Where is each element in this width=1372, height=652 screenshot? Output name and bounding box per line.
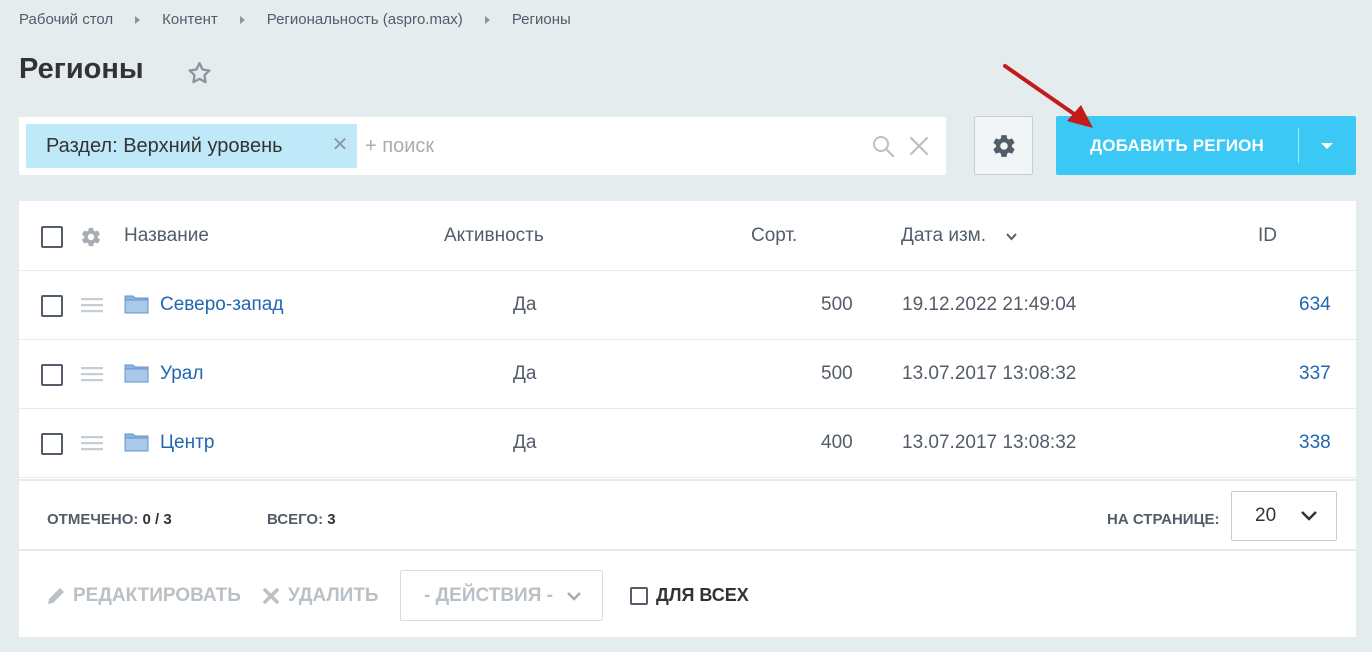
row-checkbox[interactable] [41,433,63,455]
total-count: ВСЕГО: 3 [267,511,336,528]
pencil-icon [48,588,64,604]
breadcrumb-separator-icon [239,15,245,24]
select-all-checkbox[interactable] [41,226,63,248]
filter-tag-close-icon[interactable]: ✕ [329,134,351,156]
total-label: ВСЕГО: [267,511,324,528]
breadcrumb-item-regions[interactable]: Регионы [512,11,571,28]
add-region-button-label: ДОБАВИТЬ РЕГИОН [1089,135,1265,155]
annotation-arrow-icon [1003,64,1093,128]
row-active: Да [513,294,537,315]
edit-button-label: РЕДАКТИРОВАТЬ [73,585,241,606]
column-header-name[interactable]: Название [124,225,209,247]
perpage-label: НА СТРАНИЦЕ: [1107,511,1220,528]
row-active: Да [513,432,537,453]
filter-tag-label: Раздел: Верхний уровень [46,134,283,157]
row-date: 19.12.2022 21:49:04 [902,294,1077,315]
search-input[interactable] [365,131,845,161]
breadcrumb-separator-icon [135,15,141,24]
table-row[interactable]: Урал Да 500 13.07.2017 13:08:32 337 [19,340,1356,409]
row-name-link[interactable]: Северо-запад [160,294,283,316]
selected-label: ОТМЕЧЕНО: [47,511,139,528]
star-icon[interactable] [186,60,213,87]
row-checkbox[interactable] [41,295,63,317]
row-id-link[interactable]: 337 [1299,363,1331,385]
selected-value: 0 / 3 [142,511,172,528]
folder-icon [124,364,149,383]
edit-button[interactable]: РЕДАКТИРОВАТЬ [45,585,241,607]
row-id-link[interactable]: 338 [1299,432,1331,454]
regions-grid: Название Активность Сорт. Дата изм. ID С… [19,201,1356,637]
grid-footer: ОТМЕЧЕНО: 0 / 3 ВСЕГО: 3 НА СТРАНИЦЕ: 20 [19,479,1356,551]
perpage-value: 20 [1255,505,1277,526]
column-settings-gear-icon[interactable] [80,226,102,248]
folder-icon [124,433,149,452]
chevron-down-icon [1301,511,1317,521]
column-header-active[interactable]: Активность [444,225,544,247]
row-date: 13.07.2017 13:08:32 [902,363,1077,384]
sort-desc-chevron-icon[interactable] [1005,232,1018,242]
column-header-sort[interactable]: Сорт. [751,225,797,247]
group-actions-bar: РЕДАКТИРОВАТЬ УДАЛИТЬ - ДЕЙСТВИЯ - ДЛЯ В… [19,553,1356,637]
breadcrumb: Рабочий стол Контент Региональность (asp… [19,11,571,28]
row-id-link[interactable]: 634 [1299,294,1331,316]
chevron-down-icon [567,592,581,601]
for-all-checkbox-group[interactable]: ДЛЯ ВСЕХ [630,585,749,606]
drag-handle-icon[interactable] [81,366,103,382]
clear-search-icon[interactable] [908,135,930,157]
actions-select-label: - ДЕЙСТВИЯ - [424,584,553,606]
breadcrumb-item-desktop[interactable]: Рабочий стол [19,11,113,28]
breadcrumb-item-content[interactable]: Контент [162,11,218,28]
row-sort: 400 [821,432,853,453]
selected-count: ОТМЕЧЕНО: 0 / 3 [47,511,172,528]
search-icon[interactable] [871,134,895,158]
actions-select[interactable]: - ДЕЙСТВИЯ - [400,570,603,621]
row-checkbox[interactable] [41,364,63,386]
row-name-link[interactable]: Урал [160,363,203,385]
close-icon [262,587,280,605]
perpage-select[interactable]: 20 [1231,491,1337,541]
for-all-label: ДЛЯ ВСЕХ [656,585,749,605]
delete-button[interactable]: УДАЛИТЬ [261,585,379,607]
table-row[interactable]: Северо-запад Да 500 19.12.2022 21:49:04 … [19,271,1356,340]
folder-icon [124,295,149,314]
delete-button-label: УДАЛИТЬ [288,585,379,606]
page-title: Регионы [19,53,144,85]
row-name-link[interactable]: Центр [160,432,214,454]
row-sort: 500 [821,294,853,315]
caret-down-icon [1321,142,1333,149]
for-all-checkbox[interactable] [630,586,648,605]
breadcrumb-item-regionality[interactable]: Региональность (aspro.max) [267,11,463,28]
grid-header: Название Активность Сорт. Дата изм. ID [19,201,1356,271]
table-row[interactable]: Центр Да 400 13.07.2017 13:08:32 338 [19,409,1356,478]
row-active: Да [513,363,537,384]
row-sort: 500 [821,363,853,384]
column-header-id[interactable]: ID [1258,225,1277,247]
filter-tag-section[interactable]: Раздел: Верхний уровень ✕ [26,124,357,168]
total-value: 3 [327,511,336,528]
add-region-dropdown-toggle[interactable] [1299,116,1355,175]
filter-search-bar[interactable]: Раздел: Верхний уровень ✕ [19,117,946,175]
column-header-date[interactable]: Дата изм. [901,225,986,247]
drag-handle-icon[interactable] [81,435,103,451]
breadcrumb-separator-icon [484,15,490,24]
drag-handle-icon[interactable] [81,297,103,313]
row-date: 13.07.2017 13:08:32 [902,432,1077,453]
